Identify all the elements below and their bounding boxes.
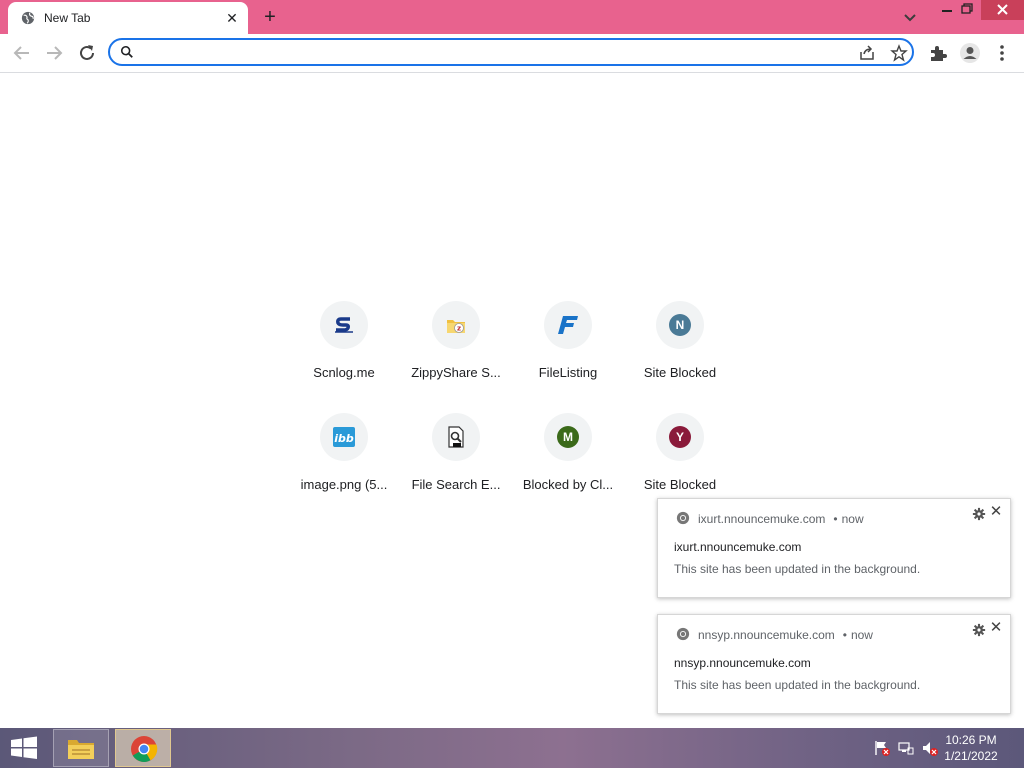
folder-icon: [68, 740, 94, 759]
scnlog-s-icon: [335, 317, 353, 333]
chrome-icon: [676, 627, 690, 641]
close-icon[interactable]: ✕: [988, 504, 1004, 520]
filelisting-f-icon: [558, 316, 578, 334]
network-icon[interactable]: [898, 740, 914, 756]
letter-m-icon: M: [557, 426, 579, 448]
ibb-icon: ibb: [333, 427, 355, 447]
file-search-icon: [448, 426, 464, 448]
window-close-icon[interactable]: [981, 0, 1024, 20]
notification-time: now: [841, 512, 864, 526]
taskbar: 10:26 PM 1/21/2022: [0, 728, 1024, 768]
back-arrow-icon[interactable]: [10, 41, 34, 65]
shortcut-favicon-circle: [432, 413, 480, 461]
chrome-icon: [676, 511, 690, 525]
new-tab-button[interactable]: +: [258, 5, 282, 29]
gear-icon[interactable]: [972, 507, 986, 521]
tab-close-icon[interactable]: ✕: [222, 8, 242, 28]
address-bar[interactable]: [108, 38, 914, 66]
shortcut-label: ZippyShare S...: [411, 365, 501, 380]
bookmark-star-icon[interactable]: [890, 44, 908, 62]
shortcut-favicon-circle: [320, 301, 368, 349]
reload-icon[interactable]: [75, 41, 99, 65]
restore-icon[interactable]: [954, 0, 980, 20]
tab-search-chevron-icon[interactable]: [898, 6, 922, 28]
close-icon[interactable]: ✕: [988, 620, 1004, 636]
clock-time: 10:26 PM: [945, 733, 997, 747]
shortcut-tile[interactable]: FileListing: [512, 301, 624, 413]
shortcut-label: Scnlog.me: [313, 365, 375, 380]
windows-start-icon[interactable]: [0, 728, 48, 768]
notification-source: ixurt.nnouncemuke.com • now: [698, 512, 864, 526]
clock-date: 1/21/2022: [944, 749, 998, 763]
taskbar-file-explorer[interactable]: [53, 729, 109, 767]
extensions-puzzle-icon[interactable]: [927, 42, 949, 64]
notification-body: This site has been updated in the backgr…: [674, 678, 921, 692]
tab-strip: New Tab ✕ +: [0, 0, 1024, 34]
svg-text:ibb: ibb: [334, 432, 354, 445]
shortcut-tile[interactable]: N Site Blocked: [624, 301, 736, 413]
forward-arrow-icon[interactable]: [42, 41, 66, 65]
letter-n-icon: N: [669, 314, 691, 336]
shortcut-tile[interactable]: File Search E...: [400, 413, 512, 525]
notification-title: nnsyp.nnouncemuke.com: [674, 656, 811, 670]
shortcut-favicon-circle: ibb: [320, 413, 368, 461]
letter-y-icon: Y: [669, 426, 691, 448]
notification-popup[interactable]: nnsyp.nnouncemuke.com • now ✕ nnsyp.nnounc…: [657, 614, 1011, 714]
notification-source-domain: ixurt.nnouncemuke.com: [698, 512, 826, 526]
shortcut-tile[interactable]: ibb image.png (5...: [288, 413, 400, 525]
chrome-logo-icon: [131, 736, 158, 763]
taskbar-chrome[interactable]: [115, 729, 171, 767]
shortcut-tile[interactable]: Scnlog.me: [288, 301, 400, 413]
shortcut-favicon-circle: [544, 301, 592, 349]
shortcut-label: Site Blocked: [643, 477, 717, 492]
tab-title: New Tab: [44, 11, 91, 25]
share-icon[interactable]: [858, 44, 876, 62]
notification-title: ixurt.nnouncemuke.com: [674, 540, 802, 554]
shortcut-label: image.png (5...: [300, 477, 388, 492]
shortcut-favicon-circle: M: [544, 413, 592, 461]
address-input[interactable]: [142, 43, 826, 63]
separator-dot: •: [842, 628, 847, 642]
notification-time: now: [850, 628, 873, 642]
profile-avatar-icon[interactable]: [959, 42, 981, 64]
zippyshare-icon: z: [447, 320, 465, 333]
svg-text:z: z: [457, 325, 461, 333]
shortcut-tile[interactable]: M Blocked by Cl...: [512, 413, 624, 525]
gear-icon[interactable]: [972, 623, 986, 637]
shortcut-label: Blocked by Cl...: [522, 477, 614, 492]
shortcut-favicon-circle: z: [432, 301, 480, 349]
notification-body: This site has been updated in the backgr…: [674, 562, 921, 576]
action-center-flag-icon[interactable]: [874, 740, 890, 756]
shortcut-label: FileListing: [538, 365, 598, 380]
shortcut-favicon-circle: Y: [656, 413, 704, 461]
shortcut-label: Site Blocked: [643, 365, 717, 380]
notification-source-domain: nnsyp.nnouncemuke.com: [698, 628, 835, 642]
system-clock[interactable]: 10:26 PM 1/21/2022: [936, 732, 1006, 764]
tab-new-tab[interactable]: New Tab ✕: [8, 2, 248, 34]
shortcut-tile[interactable]: z ZippyShare S...: [400, 301, 512, 413]
notification-popup[interactable]: ixurt.nnouncemuke.com • now ✕ ixurt.nnounc…: [657, 498, 1011, 598]
globe-icon: [21, 11, 35, 25]
separator-dot: •: [833, 512, 838, 526]
search-icon: [120, 45, 133, 58]
notification-source: nnsyp.nnouncemuke.com • now: [698, 628, 873, 642]
menu-kebab-icon[interactable]: [991, 42, 1013, 64]
shortcut-favicon-circle: N: [656, 301, 704, 349]
shortcut-label: File Search E...: [411, 477, 501, 492]
toolbar: [0, 34, 1024, 73]
